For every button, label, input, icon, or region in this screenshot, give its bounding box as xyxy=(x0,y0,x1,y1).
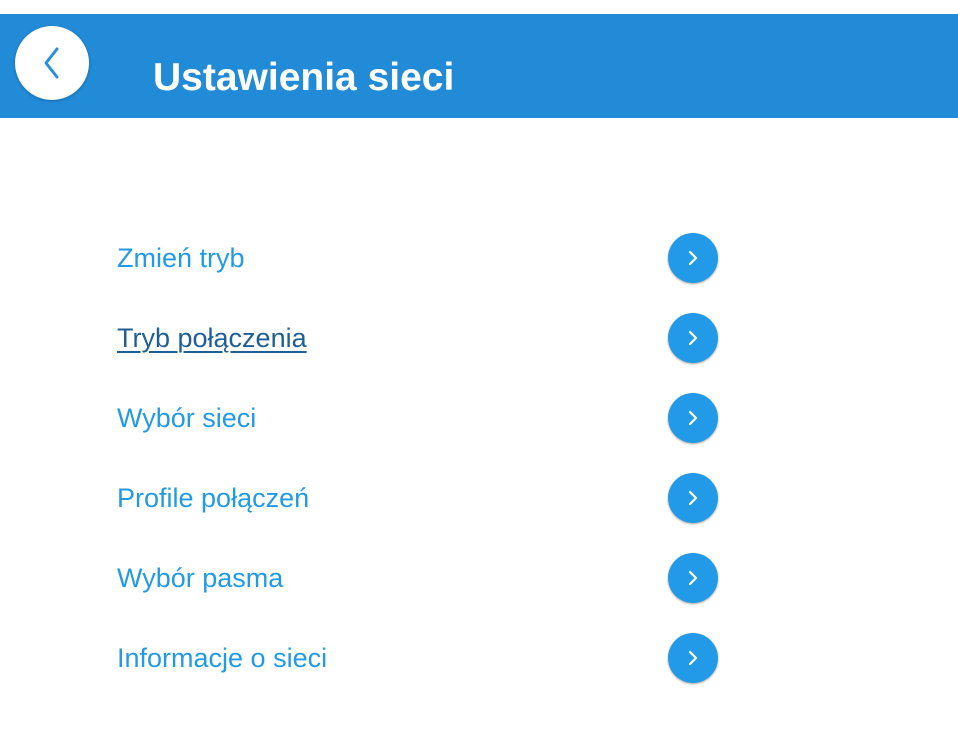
page-title: Ustawienia sieci xyxy=(153,56,455,99)
menu-item-network-selection[interactable]: Wybór sieci xyxy=(117,393,719,443)
chevron-right-icon[interactable] xyxy=(668,633,718,683)
menu-item-network-information[interactable]: Informacje o sieci xyxy=(117,633,719,683)
menu-item-label[interactable]: Zmień tryb xyxy=(117,240,245,276)
back-button[interactable] xyxy=(15,26,89,100)
chevron-right-icon[interactable] xyxy=(668,233,718,283)
menu-item-label[interactable]: Informacje o sieci xyxy=(117,640,327,676)
network-settings-page: Ustawienia sieci Zmień tryb Tryb połącze… xyxy=(0,0,958,736)
menu-item-connection-profiles[interactable]: Profile połączeń xyxy=(117,473,719,523)
menu-item-band-selection[interactable]: Wybór pasma xyxy=(117,553,719,603)
menu-item-change-mode[interactable]: Zmień tryb xyxy=(117,233,719,283)
header-bar: Ustawienia sieci xyxy=(0,14,958,118)
chevron-right-icon[interactable] xyxy=(668,473,718,523)
menu-item-label[interactable]: Profile połączeń xyxy=(117,480,309,516)
chevron-right-icon[interactable] xyxy=(668,553,718,603)
menu-item-label[interactable]: Tryb połączenia xyxy=(117,320,307,356)
chevron-right-icon[interactable] xyxy=(668,313,718,363)
menu-item-label[interactable]: Wybór pasma xyxy=(117,560,283,596)
chevron-left-icon xyxy=(44,47,59,79)
menu-item-label[interactable]: Wybór sieci xyxy=(117,400,256,436)
menu-item-connection-mode[interactable]: Tryb połączenia xyxy=(117,313,719,363)
chevron-right-icon[interactable] xyxy=(668,393,718,443)
